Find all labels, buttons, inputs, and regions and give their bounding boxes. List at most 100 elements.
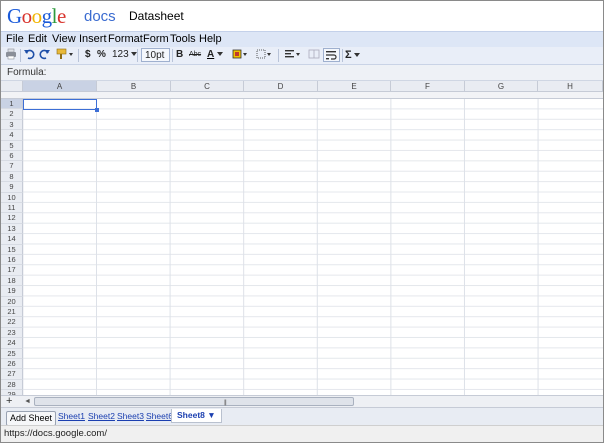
row-header[interactable]: 12 [1, 213, 23, 224]
row-header[interactable]: 26 [1, 359, 23, 370]
percent-button[interactable]: % [97, 48, 106, 62]
column-header[interactable]: F [391, 81, 465, 92]
redo-icon[interactable] [39, 48, 51, 62]
logo-letter: e [57, 4, 66, 28]
align-icon[interactable] [284, 48, 302, 62]
browser-status-bar: https://docs.google.com/ [1, 425, 603, 442]
scroll-thumb[interactable]: ||| [34, 397, 354, 406]
logo-letter: G [7, 4, 22, 28]
row-header[interactable]: 7 [1, 161, 23, 172]
number-format-dropdown[interactable]: 123 [112, 48, 138, 62]
row-header[interactable]: 3 [1, 119, 23, 131]
toolbar-divider [342, 49, 343, 62]
column-header[interactable]: H [538, 81, 603, 92]
google-logo[interactable]: Google [7, 4, 66, 29]
column-header[interactable]: D [244, 81, 318, 92]
row-header[interactable]: 27 [1, 369, 23, 380]
row-header[interactable]: 8 [1, 171, 23, 183]
column-header[interactable]: A [23, 81, 97, 92]
row-header[interactable]: 6 [1, 151, 23, 162]
row-header[interactable]: 2 [1, 109, 23, 120]
row-header[interactable]: 28 [1, 379, 23, 391]
menu-format[interactable]: Format [108, 33, 143, 45]
cell-area[interactable] [23, 99, 603, 395]
sheet-tab[interactable]: Sheet1 [58, 411, 85, 421]
text-color-dropdown[interactable]: A [207, 48, 224, 62]
row-header[interactable]: 23 [1, 327, 23, 339]
menu-help[interactable]: Help [199, 33, 222, 45]
spreadsheet-window: Google docs Datasheet File Edit View Ins… [0, 0, 604, 443]
select-all-corner[interactable] [1, 81, 23, 92]
font-size-dropdown[interactable]: 10pt [141, 48, 170, 72]
column-header[interactable]: E [318, 81, 391, 92]
horizontal-scrollbar[interactable]: + ◄ ||| [1, 395, 603, 407]
menu-form[interactable]: Form [143, 33, 169, 45]
frozen-rows-bar[interactable] [1, 92, 603, 99]
column-header[interactable]: C [171, 81, 244, 92]
menu-view[interactable]: View [52, 33, 76, 45]
menu-bar: File Edit View Insert Format Form Tools … [1, 31, 603, 47]
row-header[interactable]: 4 [1, 130, 23, 141]
row-header[interactable]: 20 [1, 296, 23, 307]
row-header[interactable]: 16 [1, 255, 23, 266]
functions-dropdown[interactable]: Σ [345, 48, 361, 62]
scroll-left-arrow-icon[interactable]: ◄ [24, 398, 31, 405]
grip-icon: ||| [224, 400, 227, 406]
menu-file[interactable]: File [6, 33, 24, 45]
row-header[interactable]: 24 [1, 338, 23, 349]
sigma-label: Σ [345, 49, 352, 61]
logo-letter: o [31, 4, 43, 28]
row-header[interactable]: 5 [1, 140, 23, 151]
status-url: https://docs.google.com/ [4, 428, 107, 439]
merge-cells-icon[interactable] [308, 48, 320, 62]
formula-label: Formula: [7, 67, 47, 78]
document-title[interactable]: Datasheet [129, 9, 184, 23]
row-header[interactable]: 1 [1, 99, 23, 110]
number-format-label: 123 [112, 49, 129, 60]
row-header[interactable]: 25 [1, 348, 23, 359]
sheet-tab[interactable]: Sheet3 [117, 411, 144, 421]
toolbar-divider [137, 49, 138, 62]
print-icon[interactable] [5, 48, 17, 62]
row-header[interactable]: 21 [1, 307, 23, 318]
row-header[interactable]: 9 [1, 182, 23, 193]
row-header[interactable]: 10 [1, 192, 23, 203]
sheet-tab[interactable]: Sheet6 [146, 411, 173, 421]
add-sheet-button[interactable]: Add Sheet [6, 411, 57, 426]
row-header[interactable]: 13 [1, 223, 23, 235]
column-header[interactable]: B [97, 81, 171, 92]
paint-format-icon[interactable] [56, 48, 74, 62]
logo-letter: o [21, 4, 33, 28]
sheet-tab[interactable]: Sheet2 [88, 411, 115, 421]
sheet-tab-active[interactable]: Sheet8 ▼ [171, 409, 222, 423]
add-column-button[interactable]: + [6, 395, 12, 407]
toolbar-divider [278, 49, 279, 62]
logo-letter: g [41, 4, 53, 28]
wrap-text-icon[interactable] [323, 48, 340, 62]
formula-bar[interactable]: Formula: [1, 65, 603, 81]
strikethrough-button[interactable]: Abc [189, 48, 201, 62]
row-header[interactable]: 14 [1, 234, 23, 245]
borders-icon[interactable] [256, 48, 272, 62]
undo-icon[interactable] [23, 48, 35, 62]
spreadsheet-grid[interactable]: A B C D E F G H 1 2 3 4 5 6 7 8 9 10 11 12 13 14 15 16 1… [1, 81, 603, 395]
row-header[interactable]: 17 [1, 265, 23, 276]
row-header[interactable]: 11 [1, 203, 23, 214]
active-cell[interactable] [23, 99, 97, 110]
row-header[interactable]: 22 [1, 317, 23, 328]
font-size-label: 10pt [145, 50, 165, 61]
menu-edit[interactable]: Edit [28, 33, 47, 45]
fill-handle[interactable] [95, 108, 99, 112]
product-name[interactable]: docs [84, 8, 116, 25]
column-header[interactable]: G [465, 81, 538, 92]
row-header[interactable]: 15 [1, 244, 23, 255]
header: Google docs Datasheet [1, 1, 603, 31]
row-header[interactable]: 18 [1, 275, 23, 287]
bold-button[interactable]: B [176, 48, 183, 62]
row-header[interactable]: 19 [1, 286, 23, 297]
menu-insert[interactable]: Insert [79, 33, 107, 45]
menu-tools[interactable]: Tools [170, 33, 196, 45]
currency-button[interactable]: $ [85, 48, 91, 62]
toolbar-divider [172, 49, 173, 62]
fill-color-icon[interactable] [232, 48, 248, 62]
